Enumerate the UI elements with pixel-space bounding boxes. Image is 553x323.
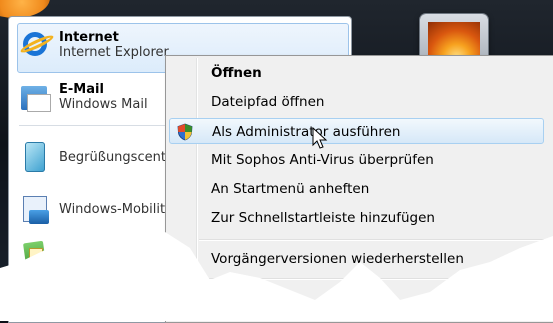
menu-item-run-as-admin[interactable]: Als Administrator ausführen: [169, 118, 544, 144]
menu-item-open-file-location[interactable]: Dateipfad öffnen: [169, 89, 544, 115]
menu-item-add-to-quick-launch-label: Zur Schnellstartleiste hinzufügen: [211, 210, 435, 226]
welcome-center-icon: [19, 140, 53, 174]
menu-item-open[interactable]: Öffnen: [169, 60, 544, 86]
menu-item-pin-to-start[interactable]: An Startmenü anheften: [169, 176, 544, 202]
submenu-arrow-icon: ▶: [531, 293, 538, 303]
menu-item-sophos-scan[interactable]: Mit Sophos Anti-Virus überprüfen: [169, 147, 544, 173]
program-welcome-center-label: Begrüßungscenter: [59, 149, 180, 165]
menu-item-send-to[interactable]: Senden an ▶: [169, 285, 544, 311]
program-email[interactable]: E-Mail Windows Mail: [19, 79, 148, 115]
mobility-center-icon: [19, 192, 53, 226]
program-email-subtitle: Windows Mail: [59, 97, 148, 112]
internet-explorer-icon: [19, 28, 53, 62]
uac-shield-icon: [177, 123, 193, 141]
program-internet-title: Internet: [59, 30, 119, 45]
menu-item-restore-previous-versions-label: Vorgängerversionen wiederherstellen: [211, 251, 464, 267]
context-menu-separator-2: [199, 278, 544, 280]
menu-item-pin-to-start-label: An Startmenü anheften: [211, 181, 370, 197]
menu-item-restore-previous-versions[interactable]: Vorgängerversionen wiederherstellen: [169, 246, 544, 272]
context-menu: Öffnen Dateipfad öffnen Als Administrato…: [165, 55, 553, 323]
program-internet-subtitle: Internet Explorer: [59, 45, 169, 60]
menu-item-run-as-admin-label: Als Administrator ausführen: [212, 124, 401, 140]
mouse-cursor-icon: [312, 127, 328, 149]
program-welcome-center[interactable]: Begrüßungscenter: [19, 139, 179, 175]
teamwork-icon: [19, 240, 53, 274]
menu-item-open-file-location-label: Dateipfad öffnen: [211, 94, 325, 110]
context-menu-separator: [199, 239, 544, 241]
program-internet[interactable]: Internet Internet Explorer: [19, 27, 169, 63]
menu-item-send-to-label: Senden an: [211, 290, 283, 306]
menu-item-add-to-quick-launch[interactable]: Zur Schnellstartleiste hinzufügen: [169, 205, 544, 231]
menu-item-open-label: Öffnen: [211, 65, 262, 81]
program-email-title: E-Mail: [59, 82, 104, 97]
mail-icon: [19, 80, 53, 114]
